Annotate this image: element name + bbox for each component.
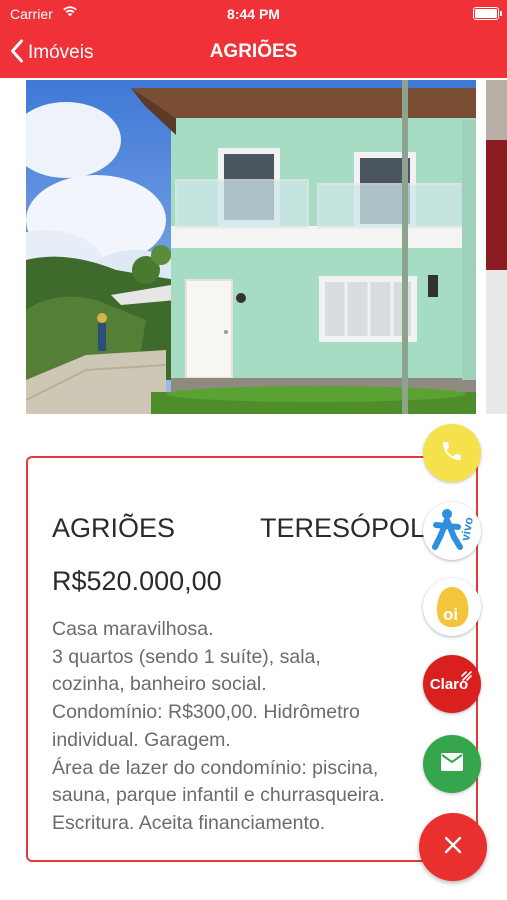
- close-menu-button[interactable]: [419, 813, 487, 881]
- mail-icon: [440, 752, 464, 777]
- call-button[interactable]: [423, 424, 481, 482]
- photo-gallery[interactable]: [0, 78, 507, 418]
- description-line: Escritura. Aceita financiamento.: [52, 811, 326, 834]
- description-line: 3 quartos (sendo 1 suíte), sala,: [52, 645, 321, 668]
- description-line: cozinha, banheiro social.: [52, 673, 267, 696]
- description-line: Casa maravilhosa.: [52, 618, 214, 640]
- close-icon: [443, 835, 463, 860]
- claro-rays-icon: [461, 669, 473, 687]
- phone-icon: [440, 439, 464, 468]
- vivo-label: vivo: [458, 515, 476, 543]
- email-button[interactable]: [423, 735, 481, 793]
- claro-button[interactable]: Claro: [423, 655, 481, 713]
- battery-icon: [473, 7, 502, 20]
- next-photo[interactable]: [486, 80, 507, 414]
- description-line: sauna, parque infantil e churrasqueira.: [52, 784, 385, 807]
- listing-title-row: AGRIÕES TERESÓPOLIS: [52, 513, 476, 544]
- listing-description: Casa maravilhosa. 3 quartos (sendo 1 suí…: [52, 616, 472, 838]
- listing-price: R$520.000,00: [52, 566, 222, 596]
- oi-logo-icon: oi: [432, 585, 472, 629]
- oi-button[interactable]: oi: [423, 578, 481, 636]
- vivo-button[interactable]: vivo: [423, 502, 481, 560]
- listing-neighborhood: AGRIÕES: [52, 513, 176, 543]
- description-line: Área de lazer do condomínio: piscina,: [52, 756, 379, 779]
- description-line: Condomínio: R$300,00. Hidrômetro: [52, 701, 360, 724]
- nav-bar: Imóveis AGRIÕES: [0, 28, 507, 78]
- description-line: individual. Garagem.: [52, 728, 231, 751]
- back-button[interactable]: Imóveis: [10, 38, 93, 68]
- status-bar: Carrier 8:44 PM: [0, 0, 507, 28]
- clock: 8:44 PM: [227, 6, 280, 22]
- house-photo[interactable]: [0, 80, 476, 414]
- chevron-left-icon: [10, 39, 24, 68]
- listing-card: AGRIÕES TERESÓPOLIS R$520.000,00 Casa ma…: [26, 456, 478, 862]
- listing-city: TERESÓPOLIS: [260, 513, 451, 543]
- back-label: Imóveis: [28, 42, 94, 63]
- oi-label: oi: [443, 605, 459, 624]
